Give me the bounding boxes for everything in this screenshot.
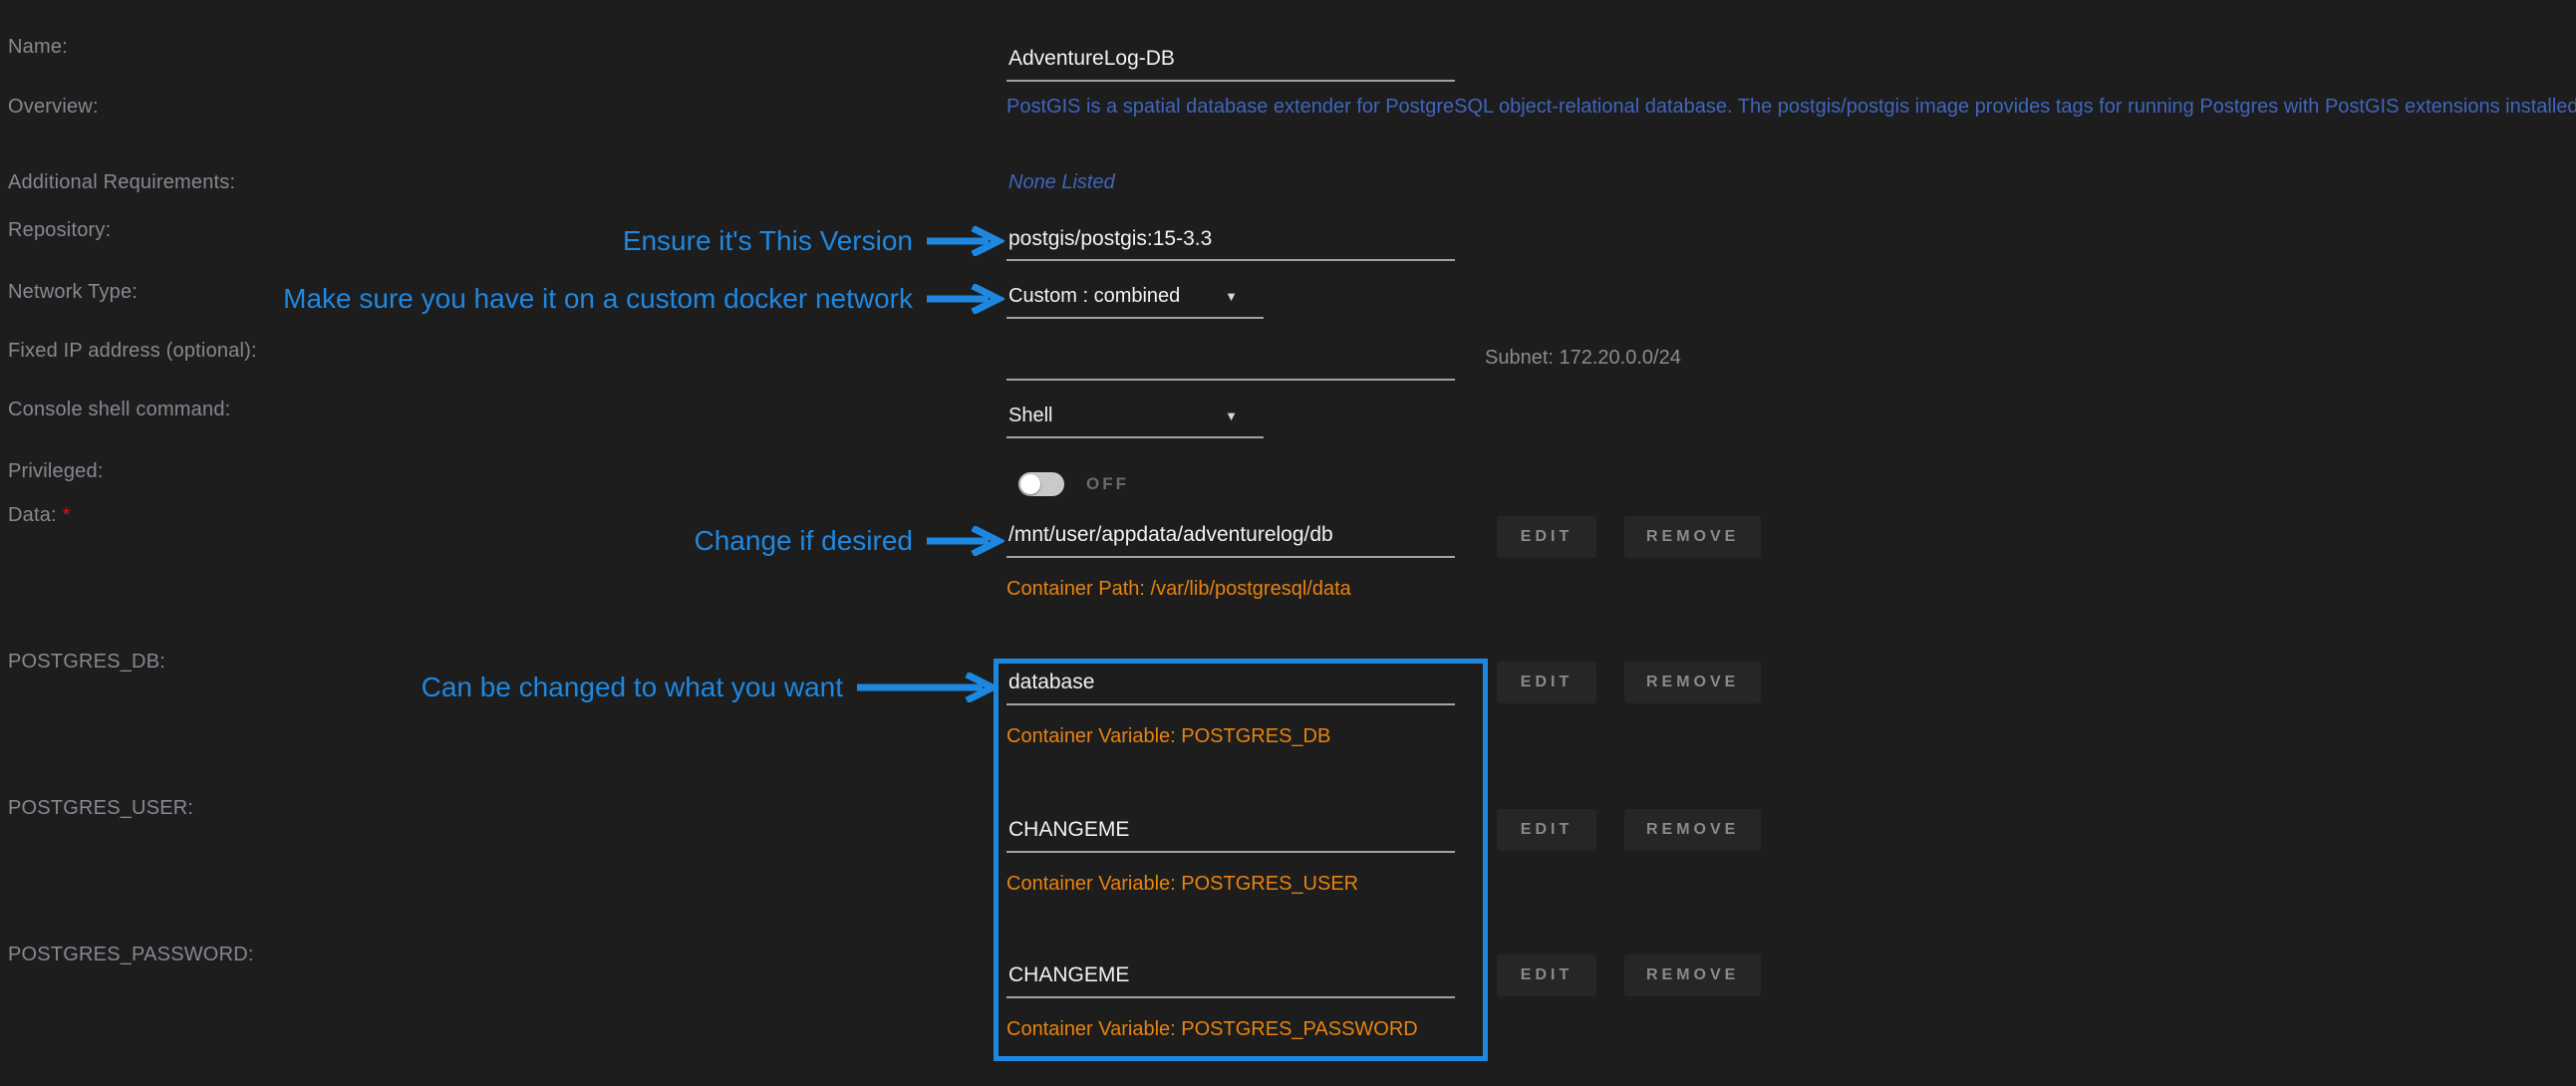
data-container-path: Container Path: /var/lib/postgresql/data <box>1006 578 1351 601</box>
fixed-ip-label: Fixed IP address (optional): <box>8 340 257 363</box>
postgres-db-edit-button[interactable]: EDIT <box>1497 662 1596 703</box>
privileged-state-text: OFF <box>1086 474 1129 494</box>
data-actions: EDIT REMOVE <box>1497 516 1761 558</box>
postgres-db-container-variable: Container Variable: POSTGRES_DB <box>1006 725 1330 748</box>
console-shell-selected-value: Shell <box>1006 405 1052 427</box>
postgres-db-input[interactable] <box>1006 668 1455 705</box>
name-label: Name: <box>8 36 68 59</box>
repository-input[interactable] <box>1006 225 1455 261</box>
postgres-user-remove-button[interactable]: REMOVE <box>1624 809 1761 851</box>
chevron-down-icon: ▼ <box>1225 405 1264 423</box>
repository-label: Repository: <box>8 219 111 242</box>
privileged-toggle[interactable] <box>1018 472 1064 496</box>
postgres-db-label: POSTGRES_DB: <box>8 651 165 674</box>
postgres-password-actions: EDIT REMOVE <box>1497 954 1761 996</box>
data-remove-button[interactable]: REMOVE <box>1624 516 1761 558</box>
postgres-password-input[interactable] <box>1006 960 1455 998</box>
arrow-right-icon <box>927 526 1004 556</box>
postgres-password-label: POSTGRES_PASSWORD: <box>8 944 254 966</box>
postgres-db-actions: EDIT REMOVE <box>1497 662 1761 703</box>
data-edit-button[interactable]: EDIT <box>1497 516 1596 558</box>
annotation-network: Make sure you have it on a custom docker… <box>283 283 1004 315</box>
postgres-password-container-variable: Container Variable: POSTGRES_PASSWORD <box>1006 1018 1418 1041</box>
privileged-toggle-row: OFF <box>1018 472 1129 496</box>
toggle-knob <box>1020 474 1040 494</box>
network-type-select[interactable]: Custom : combined ▼ <box>1006 285 1264 319</box>
annotation-postgres-db: Can be changed to what you want <box>422 672 999 703</box>
additional-requirements-value: None Listed <box>1008 171 1115 194</box>
additional-requirements-label: Additional Requirements: <box>8 171 235 194</box>
postgres-password-edit-button[interactable]: EDIT <box>1497 954 1596 996</box>
postgres-user-input[interactable] <box>1006 815 1455 853</box>
postgres-db-remove-button[interactable]: REMOVE <box>1624 662 1761 703</box>
annotation-repository: Ensure it's This Version <box>623 225 1004 257</box>
required-asterisk: * <box>63 505 71 526</box>
annotation-repository-text: Ensure it's This Version <box>623 225 913 257</box>
subnet-text: Subnet: 172.20.0.0/24 <box>1485 347 1681 370</box>
postgres-user-label: POSTGRES_USER: <box>8 797 193 820</box>
console-shell-select[interactable]: Shell ▼ <box>1006 405 1264 438</box>
postgres-user-edit-button[interactable]: EDIT <box>1497 809 1596 851</box>
postgres-password-remove-button[interactable]: REMOVE <box>1624 954 1761 996</box>
arrow-right-icon <box>927 226 1004 256</box>
overview-text: PostGIS is a spatial database extender f… <box>1006 96 2576 119</box>
data-label: Data: * <box>8 504 70 527</box>
annotation-data-text: Change if desired <box>695 525 913 557</box>
postgres-user-actions: EDIT REMOVE <box>1497 809 1761 851</box>
arrow-right-icon <box>927 284 1004 314</box>
data-label-text: Data: <box>8 504 57 526</box>
arrow-right-icon <box>857 673 999 702</box>
annotation-data: Change if desired <box>695 525 1004 557</box>
network-type-label: Network Type: <box>8 281 138 304</box>
fixed-ip-input[interactable] <box>1006 345 1455 381</box>
postgres-user-container-variable: Container Variable: POSTGRES_USER <box>1006 873 1358 896</box>
network-type-selected-value: Custom : combined <box>1006 285 1180 308</box>
name-input[interactable] <box>1006 44 1455 82</box>
highlight-rectangle <box>994 659 1488 1061</box>
console-shell-label: Console shell command: <box>8 399 230 421</box>
chevron-down-icon: ▼ <box>1225 285 1264 304</box>
annotation-network-text: Make sure you have it on a custom docker… <box>283 283 913 315</box>
privileged-label: Privileged: <box>8 460 104 483</box>
overview-label: Overview: <box>8 96 99 119</box>
data-path-input[interactable] <box>1006 520 1455 558</box>
annotation-postgres-db-text: Can be changed to what you want <box>422 672 843 703</box>
